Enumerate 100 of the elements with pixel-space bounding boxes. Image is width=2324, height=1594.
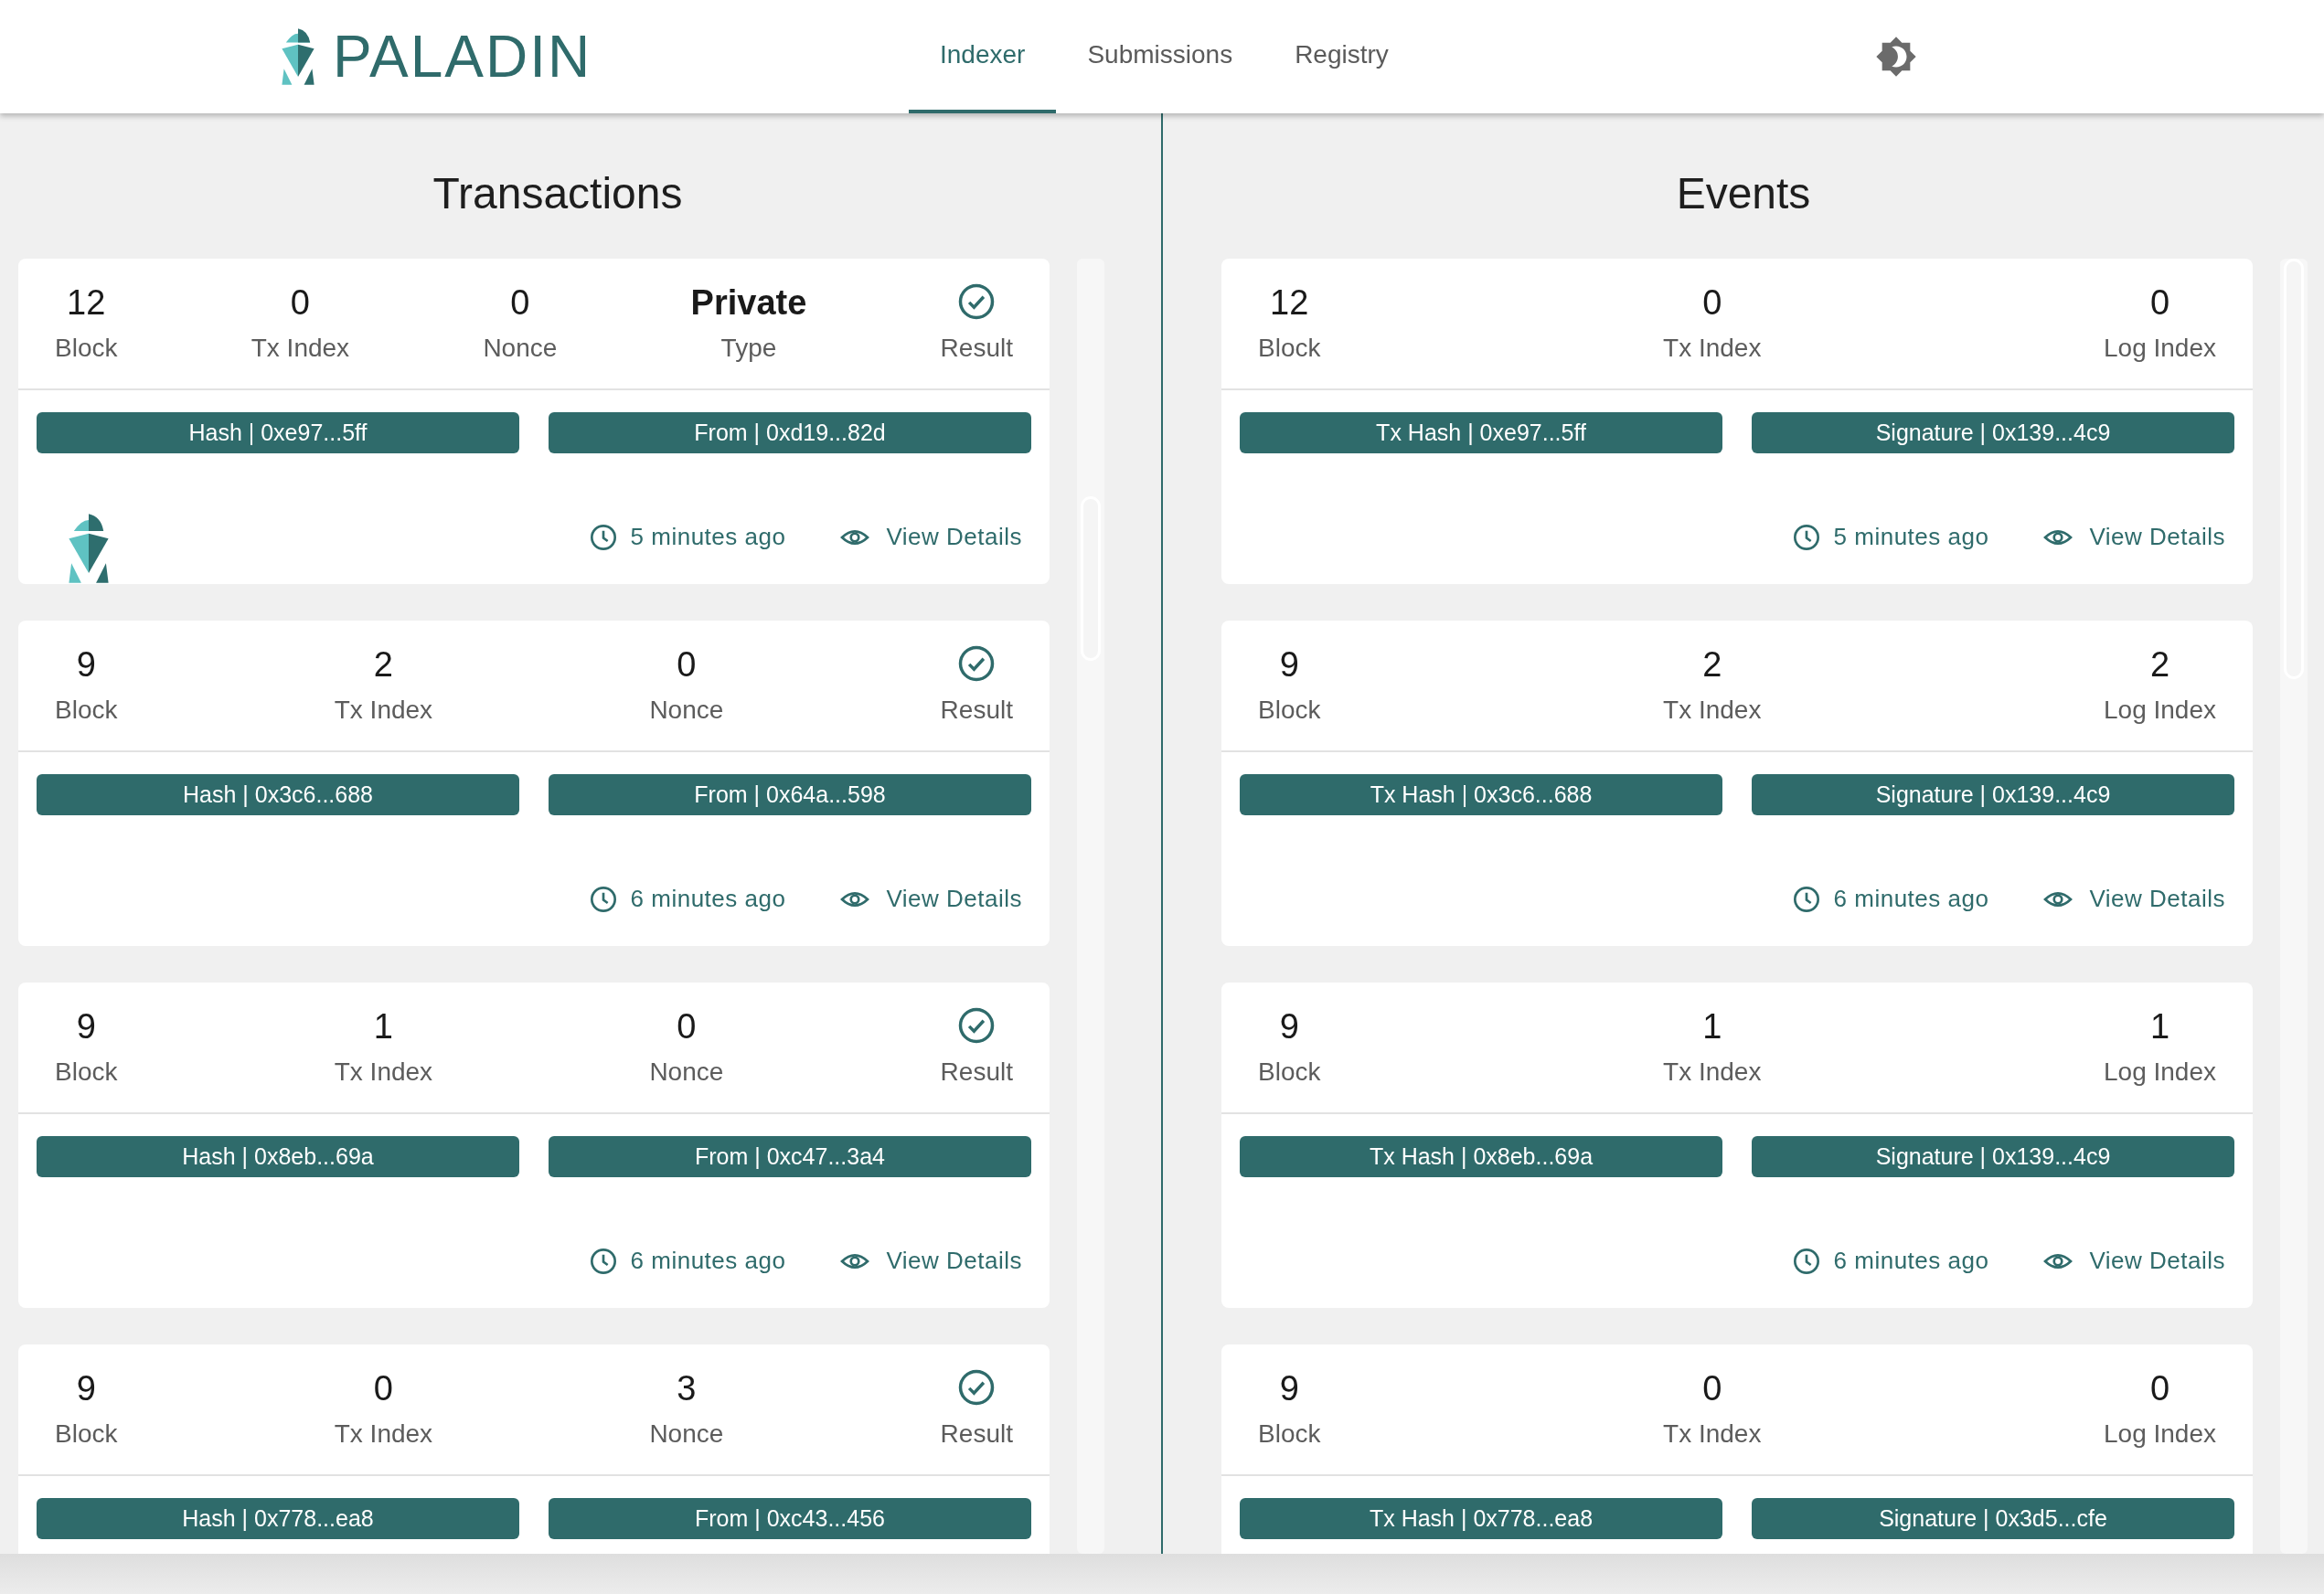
- field-value: 0: [290, 282, 310, 323]
- field-value: 9: [76, 1006, 96, 1047]
- field-value: 12: [67, 282, 106, 323]
- timestamp: 5 minutes ago: [1833, 523, 1989, 551]
- view-details-button[interactable]: View Details: [840, 522, 1022, 552]
- field-value: 0: [2149, 282, 2170, 323]
- clock-icon: [588, 884, 618, 914]
- field-label: Type: [720, 334, 777, 363]
- field-label: Nonce: [483, 334, 558, 363]
- timestamp: 5 minutes ago: [630, 523, 786, 551]
- field-value: 12: [1270, 282, 1309, 323]
- nav-tab[interactable]: Submissions: [1056, 0, 1264, 113]
- success-check-icon: [957, 1368, 997, 1407]
- clock-icon: [1791, 1246, 1821, 1276]
- field-value: 9: [1279, 644, 1299, 685]
- hash-chip[interactable]: From | 0xd19...82d: [549, 412, 1031, 453]
- field-value: 3: [677, 1368, 697, 1408]
- hash-chip[interactable]: Tx Hash | 0x8eb...69a: [1240, 1136, 1722, 1177]
- field-label: Nonce: [649, 696, 724, 725]
- field-value: 9: [1279, 1006, 1299, 1047]
- hash-chip[interactable]: Hash | 0x3c6...688: [37, 774, 519, 815]
- field-value: 1: [2149, 1006, 2170, 1047]
- field-label: Log Index: [2104, 334, 2216, 363]
- field-value: 0: [510, 282, 530, 323]
- hash-chip[interactable]: From | 0xc47...3a4: [549, 1136, 1031, 1177]
- field-value: 9: [76, 1368, 96, 1408]
- view-details-button[interactable]: View Details: [2043, 884, 2225, 914]
- field-value: 1: [1702, 1006, 1722, 1047]
- field-label: Tx Index: [334, 1057, 433, 1087]
- hash-chip[interactable]: Signature | 0x139...4c9: [1752, 1136, 2234, 1177]
- timestamp: 6 minutes ago: [1833, 1247, 1989, 1275]
- field-value: 2: [2149, 644, 2170, 685]
- field-value: 2: [1702, 644, 1722, 685]
- field-label: Nonce: [649, 1057, 724, 1087]
- view-details-button[interactable]: View Details: [840, 1246, 1022, 1276]
- field-value: 0: [677, 1006, 697, 1047]
- hash-chip[interactable]: Signature | 0x139...4c9: [1752, 412, 2234, 453]
- field-label: Block: [1258, 1057, 1321, 1087]
- scrollbar[interactable]: [1077, 259, 1104, 1554]
- panel-title: Transactions: [432, 168, 684, 218]
- clock-icon: [1791, 884, 1821, 914]
- field-label: Tx Index: [334, 1419, 433, 1449]
- field-value: 2: [373, 644, 393, 685]
- type-value: Private: [690, 282, 807, 323]
- view-details-button[interactable]: View Details: [840, 884, 1022, 914]
- clock-icon: [588, 1246, 618, 1276]
- field-label: Tx Index: [334, 696, 433, 725]
- success-check-icon: [957, 1006, 997, 1045]
- field-label: Tx Index: [1663, 1419, 1762, 1449]
- field-label: Block: [1258, 696, 1321, 725]
- field-label: Block: [55, 1057, 118, 1087]
- field-label: Block: [1258, 334, 1321, 363]
- field-label: Tx Index: [251, 334, 350, 363]
- field-label: Tx Index: [1663, 334, 1762, 363]
- brand-name: PALADIN: [333, 23, 592, 90]
- field-label: Result: [940, 1057, 1013, 1087]
- theme-toggle-icon[interactable]: [1874, 36, 1917, 78]
- nav-tab[interactable]: Registry: [1263, 0, 1420, 113]
- hash-chip[interactable]: Tx Hash | 0x778...ea8: [1240, 1498, 1722, 1539]
- view-details-button[interactable]: View Details: [2043, 1246, 2225, 1276]
- hash-chip[interactable]: Tx Hash | 0x3c6...688: [1240, 774, 1722, 815]
- field-value: 0: [677, 644, 697, 685]
- field-label: Log Index: [2104, 1419, 2216, 1449]
- timestamp: 6 minutes ago: [1833, 885, 1989, 913]
- timestamp: 6 minutes ago: [630, 1247, 786, 1275]
- field-value: 1: [373, 1006, 393, 1047]
- nav-tab[interactable]: Indexer: [909, 0, 1057, 113]
- panel-title: Events: [1675, 168, 1812, 218]
- field-label: Block: [55, 1419, 118, 1449]
- field-label: Block: [55, 696, 118, 725]
- timestamp: 6 minutes ago: [630, 885, 786, 913]
- success-check-icon: [957, 282, 997, 321]
- field-label: Tx Index: [1663, 1057, 1762, 1087]
- clock-icon: [1791, 522, 1821, 552]
- field-label: Result: [940, 696, 1013, 725]
- hash-chip[interactable]: Hash | 0xe97...5ff: [37, 412, 519, 453]
- field-label: Result: [940, 334, 1013, 363]
- hash-chip[interactable]: Signature | 0x3d5...cfe: [1752, 1498, 2234, 1539]
- scrollbar[interactable]: [2280, 259, 2308, 1554]
- field-label: Block: [1258, 1419, 1321, 1449]
- hash-chip[interactable]: From | 0xc43...456: [549, 1498, 1031, 1539]
- field-value: 9: [1279, 1368, 1299, 1408]
- field-label: Tx Index: [1663, 696, 1762, 725]
- field-label: Log Index: [2104, 696, 2216, 725]
- field-value: 0: [373, 1368, 393, 1408]
- hash-chip[interactable]: Tx Hash | 0xe97...5ff: [1240, 412, 1722, 453]
- hash-chip[interactable]: Hash | 0x8eb...69a: [37, 1136, 519, 1177]
- field-value: 0: [1702, 282, 1722, 323]
- clock-icon: [588, 522, 618, 552]
- view-details-button[interactable]: View Details: [2043, 522, 2225, 552]
- field-label: Log Index: [2104, 1057, 2216, 1087]
- hash-chip[interactable]: Signature | 0x139...4c9: [1752, 774, 2234, 815]
- field-label: Nonce: [649, 1419, 724, 1449]
- field-value: 9: [76, 644, 96, 685]
- hash-chip[interactable]: From | 0x64a...598: [549, 774, 1031, 815]
- hash-chip[interactable]: Hash | 0x778...ea8: [37, 1498, 519, 1539]
- success-check-icon: [957, 644, 997, 683]
- field-value: 0: [1702, 1368, 1722, 1408]
- field-label: Result: [940, 1419, 1013, 1449]
- field-value: 0: [2149, 1368, 2170, 1408]
